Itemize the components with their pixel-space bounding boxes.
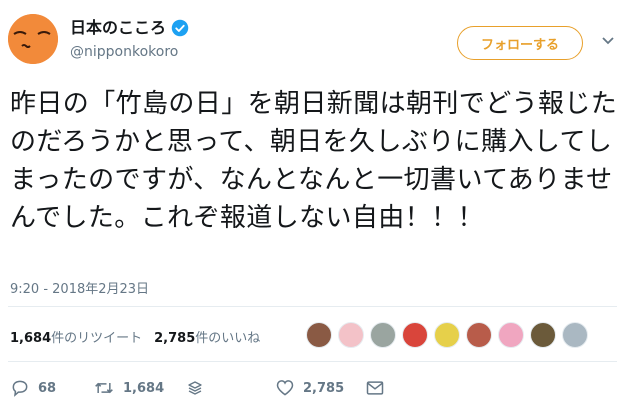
envelope-icon — [366, 381, 384, 395]
stack-icon — [188, 381, 202, 395]
liker-avatar[interactable] — [402, 322, 428, 348]
tweet-timestamp[interactable]: 9:20 - 2018年2月23日 — [10, 278, 149, 297]
verified-badge-icon — [171, 19, 189, 37]
dm-button[interactable] — [365, 378, 385, 398]
reply-count: 68 — [38, 380, 57, 396]
author-name-row[interactable]: 日本のこころ — [70, 18, 189, 38]
display-name[interactable]: 日本のこころ — [70, 18, 166, 38]
avatar[interactable] — [8, 14, 58, 64]
divider — [8, 306, 617, 307]
liker-avatar[interactable] — [530, 322, 556, 348]
reply-button[interactable]: 68 — [10, 378, 56, 398]
follow-button[interactable]: フォローする — [457, 26, 583, 60]
retweet-button[interactable]: 1,684 — [93, 378, 164, 398]
tweet-actions: 68 1,684 2,785 — [0, 374, 625, 402]
retweet-icon — [95, 382, 113, 394]
reply-icon — [12, 380, 28, 397]
tweet-text: 昨日の「竹島の日」を朝日新聞は朝刊でどう報じたのだろうかと思って、朝日を久しぶり… — [10, 89, 618, 233]
retweet-count: 1,684 — [123, 380, 165, 396]
liker-avatars — [306, 322, 588, 348]
like-stat-label: 件のいいね — [195, 331, 261, 346]
like-stat-count: 2,785 — [154, 331, 196, 346]
divider — [8, 361, 617, 362]
liker-avatar[interactable] — [338, 322, 364, 348]
stack-button[interactable] — [186, 378, 204, 398]
retweet-stat-count: 1,684 — [10, 331, 52, 346]
liker-avatar[interactable] — [466, 322, 492, 348]
engagement-stats: 1,684件のリツイート 2,785件のいいね — [10, 327, 272, 346]
liker-avatar[interactable] — [562, 322, 588, 348]
liker-avatar[interactable] — [370, 322, 396, 348]
avatar-face-icon — [8, 14, 58, 64]
liker-avatar[interactable] — [498, 322, 524, 348]
heart-icon — [276, 380, 294, 396]
chevron-down-icon[interactable] — [601, 34, 615, 48]
liker-avatar[interactable] — [306, 322, 332, 348]
retweet-stat-label: 件のリツイート — [51, 331, 143, 346]
like-stat[interactable]: 2,785件のいいね — [154, 327, 260, 346]
like-count: 2,785 — [303, 380, 345, 396]
user-handle[interactable]: @nipponkokoro — [70, 44, 178, 60]
retweet-stat[interactable]: 1,684件のリツイート — [10, 327, 142, 346]
liker-avatar[interactable] — [434, 322, 460, 348]
like-button[interactable]: 2,785 — [275, 378, 344, 398]
